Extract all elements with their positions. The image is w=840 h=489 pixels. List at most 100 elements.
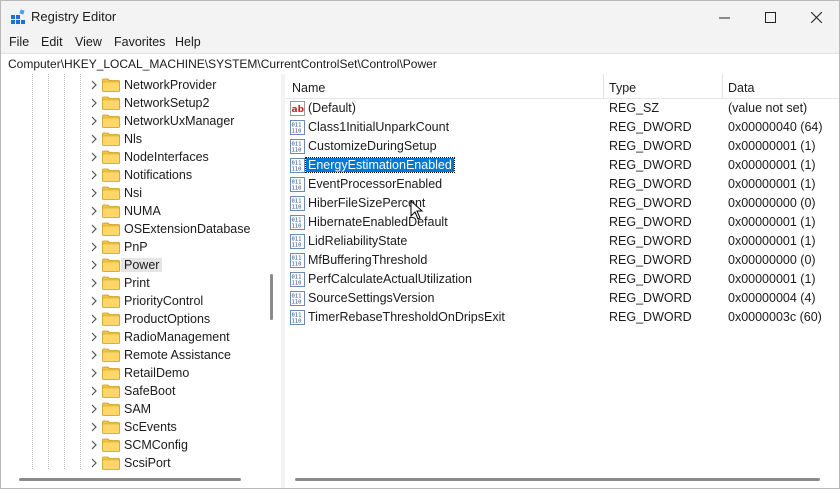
chevron-right-icon[interactable] bbox=[89, 188, 99, 198]
chevron-right-icon[interactable] bbox=[89, 422, 99, 432]
value-row[interactable]: 011 110 TimerRebaseThresholdOnDripsExit REG… bbox=[285, 308, 839, 327]
tree-item[interactable]: NetworkProvider bbox=[89, 76, 267, 94]
tree-scroll-thumb[interactable] bbox=[270, 274, 273, 320]
value-row[interactable]: 011 110 EnergyEstimationEnabled REG_DWORD 0x… bbox=[285, 156, 839, 175]
binary-value-icon: 011110 bbox=[290, 158, 305, 173]
folder-icon bbox=[102, 438, 120, 452]
tree-horizontal-scrollbar[interactable] bbox=[1, 470, 267, 488]
tree-item[interactable]: Remote Assistance bbox=[89, 346, 267, 364]
chevron-right-icon[interactable] bbox=[89, 260, 99, 270]
column-separator[interactable] bbox=[722, 74, 723, 98]
value-row[interactable]: 011 110 PerfCalculateActualUtilization REG_… bbox=[285, 270, 839, 289]
address-path[interactable]: Computer\HKEY_LOCAL_MACHINE\SYSTEM\Curre… bbox=[8, 57, 437, 71]
chevron-right-icon[interactable] bbox=[89, 152, 99, 162]
chevron-right-icon[interactable] bbox=[89, 458, 99, 468]
svg-text:110: 110 bbox=[292, 262, 302, 268]
folder-icon bbox=[102, 330, 120, 344]
tree-item[interactable]: NUMA bbox=[89, 202, 267, 220]
column-name[interactable]: Name bbox=[292, 81, 325, 95]
folder-icon bbox=[102, 456, 120, 470]
value-data: 0x00000040 (64) bbox=[728, 120, 823, 134]
address-bar[interactable]: Computer\HKEY_LOCAL_MACHINE\SYSTEM\Curre… bbox=[1, 53, 839, 75]
menu-help[interactable]: Help bbox=[175, 35, 201, 49]
value-row[interactable]: ab (Default) REG_SZ (value not set) bbox=[285, 99, 839, 118]
menu-edit[interactable]: Edit bbox=[41, 35, 63, 49]
title-bar[interactable]: Registry Editor bbox=[1, 1, 839, 33]
tree-item[interactable]: PnP bbox=[89, 238, 267, 256]
tree-item[interactable]: SCMConfig bbox=[89, 436, 267, 454]
tree-item[interactable]: NodeInterfaces bbox=[89, 148, 267, 166]
menu-view[interactable]: View bbox=[75, 35, 102, 49]
chevron-right-icon[interactable] bbox=[89, 386, 99, 396]
tree-item[interactable]: OSExtensionDatabase bbox=[89, 220, 267, 238]
tree-item[interactable]: ProductOptions bbox=[89, 310, 267, 328]
tree-item[interactable]: SafeBoot bbox=[89, 382, 267, 400]
column-separator[interactable] bbox=[603, 74, 604, 98]
tree-item[interactable]: NetworkUxManager bbox=[89, 112, 267, 130]
svg-text:110: 110 bbox=[292, 186, 302, 192]
tree-item-label: NetworkProvider bbox=[124, 78, 217, 92]
tree-item[interactable]: RadioManagement bbox=[89, 328, 267, 346]
string-value-icon: ab bbox=[290, 101, 305, 116]
chevron-right-icon[interactable] bbox=[89, 314, 99, 324]
tree-item[interactable]: Power bbox=[89, 256, 267, 274]
value-name: LidReliabilityState bbox=[308, 234, 408, 248]
menu-file[interactable]: File bbox=[9, 35, 29, 49]
tree-item[interactable]: Print bbox=[89, 274, 267, 292]
tree-item[interactable]: Nsi bbox=[89, 184, 267, 202]
chevron-right-icon[interactable] bbox=[89, 350, 99, 360]
value-row[interactable]: 011 110 EventProcessorEnabled REG_DWORD 0x00… bbox=[285, 175, 839, 194]
svg-text:110: 110 bbox=[292, 224, 302, 230]
value-row[interactable]: 011 110 Class1InitialUnparkCount REG_DWORD 0… bbox=[285, 118, 839, 137]
value-row[interactable]: 011 110 HibernateEnabledDefault REG_DWORD 0x… bbox=[285, 213, 839, 232]
binary-value-icon: 011110 bbox=[290, 272, 305, 287]
tree-guide-line bbox=[48, 74, 49, 469]
tree-item[interactable]: NetworkSetup2 bbox=[89, 94, 267, 112]
key-tree-pane[interactable]: NetworkProvider NetworkSetup2 NetworkUxMan… bbox=[1, 74, 281, 488]
list-hscroll-thumb[interactable] bbox=[295, 478, 820, 481]
menu-favorites[interactable]: Favorites bbox=[114, 35, 165, 49]
chevron-right-icon[interactable] bbox=[89, 206, 99, 216]
value-row[interactable]: 011 110 CustomizeDuringSetup REG_DWORD 0x000… bbox=[285, 137, 839, 156]
svg-text:110: 110 bbox=[292, 243, 302, 249]
column-data[interactable]: Data bbox=[728, 81, 754, 95]
binary-value-icon: 011110 bbox=[290, 291, 305, 306]
close-button[interactable] bbox=[793, 1, 839, 33]
tree-item[interactable]: RetailDemo bbox=[89, 364, 267, 382]
values-list-pane[interactable]: Name Type Data ab (Default) REG_SZ (value n… bbox=[285, 74, 839, 488]
minimize-button[interactable] bbox=[701, 1, 747, 33]
chevron-right-icon[interactable] bbox=[89, 440, 99, 450]
tree-item[interactable]: Nls bbox=[89, 130, 267, 148]
value-row[interactable]: 011 110 HiberFileSizePercent REG_DWORD 0x000… bbox=[285, 194, 839, 213]
folder-icon bbox=[102, 222, 120, 236]
tree-item[interactable]: PriorityControl bbox=[89, 292, 267, 310]
chevron-right-icon[interactable] bbox=[89, 368, 99, 378]
chevron-right-icon[interactable] bbox=[89, 242, 99, 252]
chevron-right-icon[interactable] bbox=[89, 404, 99, 414]
value-row[interactable]: 011 110 SourceSettingsVersion REG_DWORD 0x00… bbox=[285, 289, 839, 308]
tree-item[interactable]: Notifications bbox=[89, 166, 267, 184]
tree-item[interactable]: SAM bbox=[89, 400, 267, 418]
value-name: HiberFileSizePercent bbox=[308, 196, 426, 210]
tree-guide-line bbox=[64, 74, 65, 469]
chevron-right-icon[interactable] bbox=[89, 116, 99, 126]
folder-icon bbox=[102, 276, 120, 290]
value-row[interactable]: 011 110 LidReliabilityState REG_DWORD 0x0000… bbox=[285, 232, 839, 251]
tree-item[interactable]: ScEvents bbox=[89, 418, 267, 436]
chevron-right-icon[interactable] bbox=[89, 278, 99, 288]
chevron-right-icon[interactable] bbox=[89, 224, 99, 234]
chevron-right-icon[interactable] bbox=[89, 98, 99, 108]
value-row[interactable]: 011 110 MfBufferingThreshold REG_DWORD 0x000… bbox=[285, 251, 839, 270]
tree-hscroll-thumb[interactable] bbox=[19, 478, 241, 481]
maximize-button[interactable] bbox=[747, 1, 793, 33]
chevron-right-icon[interactable] bbox=[89, 80, 99, 90]
chevron-right-icon[interactable] bbox=[89, 170, 99, 180]
column-type[interactable]: Type bbox=[609, 81, 636, 95]
close-icon bbox=[810, 11, 822, 23]
list-horizontal-scrollbar[interactable] bbox=[285, 470, 839, 488]
chevron-right-icon[interactable] bbox=[89, 134, 99, 144]
chevron-right-icon[interactable] bbox=[89, 296, 99, 306]
tree-vertical-scrollbar[interactable] bbox=[267, 74, 281, 470]
chevron-right-icon[interactable] bbox=[89, 332, 99, 342]
value-data: 0x00000001 (1) bbox=[728, 272, 816, 286]
